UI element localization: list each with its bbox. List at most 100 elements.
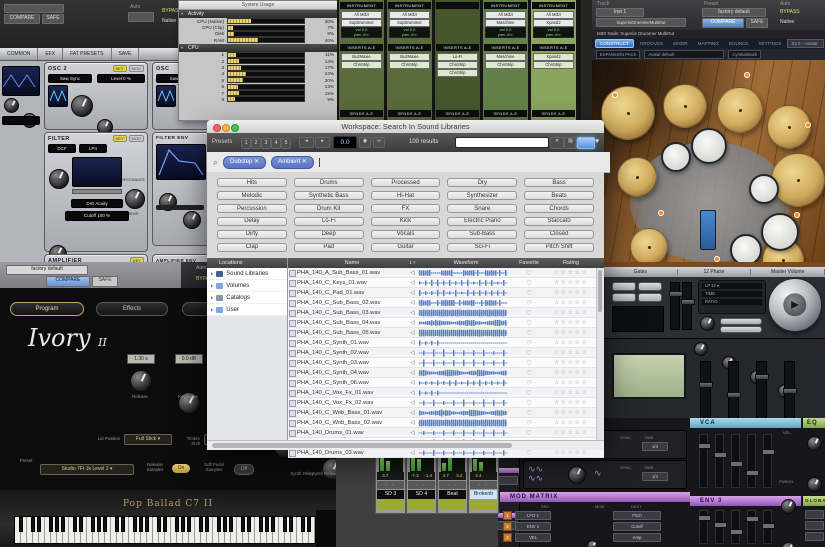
cpu-header[interactable]: CPU [179,43,337,52]
mixer-channel-strip[interactable]: INSTRUMENT All MIDI SupDrummer vol 0.0 pan >… [387,0,432,123]
library-select[interactable]: S2.0 – Avatar ▾ [787,39,824,53]
vca-fader[interactable] [762,434,775,488]
cymbal[interactable] [601,86,655,140]
lower-fader-2[interactable] [727,361,741,419]
cymbal[interactable] [663,84,707,128]
tri-wave-icon-2[interactable]: ∿ [594,469,602,478]
soft-pedal-toggle[interactable]: Off [234,464,254,475]
disclosure-triangle-icon[interactable]: ▸ [211,295,213,301]
mm-src-button[interactable]: VEL [515,533,551,542]
ivory-compare-button[interactable]: COMPARE [46,276,90,287]
black-key[interactable] [265,517,269,532]
category-dry[interactable]: Dry [447,178,518,188]
strip-icons[interactable]: ◦ ◦ [439,481,466,489]
track-name-plate[interactable]: Beat [439,490,466,499]
black-key[interactable] [145,517,149,532]
audition-speaker-icon[interactable]: ◁ [407,380,418,386]
category-lo-fi[interactable]: Lo-Fi [293,216,364,227]
black-key[interactable] [307,517,311,532]
zoom-button[interactable] [231,123,239,132]
black-key[interactable] [187,517,191,532]
black-key[interactable] [289,517,293,532]
location-catalogs[interactable]: ▸ Catalogs [207,292,287,304]
strip-icons[interactable]: ◦ ◦ [470,481,497,489]
rack-screen-row[interactable]: LP 12 ▾ [702,283,762,289]
audition-speaker-icon[interactable]: ◁ [407,390,418,396]
insert-plugin-button[interactable]: BuzMaxie [389,53,430,61]
filter-sub-select[interactable]: DIG Acuity [71,199,123,208]
browser-forward-button[interactable]: ▸ [315,137,330,148]
osc2-wave-select[interactable]: Saw Sync [48,74,92,83]
category-vocals[interactable]: Vocals [370,229,441,240]
rating-stars[interactable]: ☆☆☆☆☆ [544,349,598,356]
rating-stars[interactable]: ☆☆☆☆☆ [544,409,598,416]
category-synthesizer[interactable]: Synthesizer [447,190,518,201]
auto-mode-button[interactable] [128,12,154,22]
rack-button-4[interactable] [638,293,662,302]
favorite-heart-icon[interactable]: ♡ [514,379,544,387]
favorite-heart-icon[interactable]: ♡ [514,349,544,357]
rating-stars[interactable]: ☆☆☆☆☆ [544,449,598,456]
black-key[interactable] [175,517,179,532]
column-favorite[interactable]: Favorite [514,258,544,268]
audition-speaker-icon[interactable]: ◁ [407,280,418,286]
instrument-name[interactable]: Xpand2 [533,19,574,27]
rating-stars[interactable]: ☆☆☆☆☆ [544,359,598,366]
vca-fader[interactable] [698,434,711,488]
drummer-bypass-label[interactable]: BYPASS [780,9,800,15]
black-key[interactable] [163,517,167,532]
plugin-name-box[interactable]: SuperiorDrummerMultiOut [596,18,686,27]
tag-ambient[interactable]: Ambient ✕ [271,155,314,169]
play-icon[interactable]: ▶ [783,293,807,317]
vca-fader[interactable] [746,434,759,488]
saw-wave-icon-2[interactable]: ∿∿ [528,474,543,483]
preset-selector[interactable] [4,4,64,13]
disclosure-triangle-icon[interactable]: ▸ [211,307,213,313]
rack-screen-row[interactable]: RATIO [702,299,762,305]
browser-back-button[interactable]: ◂ [299,137,314,148]
mm-dest-button[interactable]: Pitch [613,511,661,520]
rating-stars[interactable]: ☆☆☆☆☆ [544,299,598,306]
lid-position-select[interactable]: Full Stick ▾ [124,434,172,445]
black-key[interactable] [217,517,221,532]
black-key[interactable] [205,517,209,532]
instrument-name[interactable]: Maschine [485,19,526,27]
filter-slider[interactable] [72,189,122,194]
black-key[interactable] [115,517,119,532]
synth-tab-efx[interactable]: EFX [38,48,64,60]
black-key[interactable] [259,517,263,532]
mm-src-button[interactable]: LFO 1 [515,511,551,520]
favorite-heart-icon[interactable]: ♡ [514,359,544,367]
column-audition[interactable]: 1 × [407,258,418,268]
effects-button[interactable]: Effects [96,302,168,316]
drummer-preset-box[interactable]: factory default [702,8,766,17]
clear-search-icon[interactable]: ✕ [550,137,564,149]
filter-type-select[interactable]: LP4 [79,144,107,153]
audition-volume-display[interactable]: 0.0 [333,136,357,149]
favorite-heart-icon[interactable]: ♡ [514,369,544,377]
env3-fader[interactable] [714,510,727,544]
drummer-tab-mapping[interactable]: MAPPING [694,40,723,47]
category-chords[interactable]: Chords [524,203,594,214]
env3-fader[interactable] [762,510,775,544]
mm-row-num[interactable]: 2 [503,522,512,531]
expansion-pack-select[interactable]: EXPANSION PACK [596,50,641,59]
rack-freq-slider[interactable] [720,318,762,325]
insert-plugin-button[interactable]: ChnStrip [341,61,382,69]
location-user[interactable]: ▸ User [207,304,287,316]
rack-fader-right[interactable] [681,282,695,330]
midi-selector[interactable]: All MIDI [533,11,574,19]
disclosure-triangle-icon[interactable]: ▸ [211,283,213,289]
rating-stars[interactable]: ☆☆☆☆☆ [544,329,598,336]
favorite-heart-icon[interactable]: ♡ [514,309,544,317]
horizontal-scrollbar[interactable] [207,440,604,450]
mm-row-num[interactable]: 1 [503,511,512,520]
minimize-button[interactable] [222,123,230,132]
synth-tab-fat-presets[interactable]: FAT PRESETS [63,48,112,60]
category-percussion[interactable]: Percussion [217,203,287,214]
category-drums[interactable]: Drums [293,178,364,188]
cymbal[interactable] [767,105,811,149]
black-key[interactable] [37,517,41,532]
lower-fader-4[interactable] [783,361,797,419]
black-key[interactable] [199,517,203,532]
